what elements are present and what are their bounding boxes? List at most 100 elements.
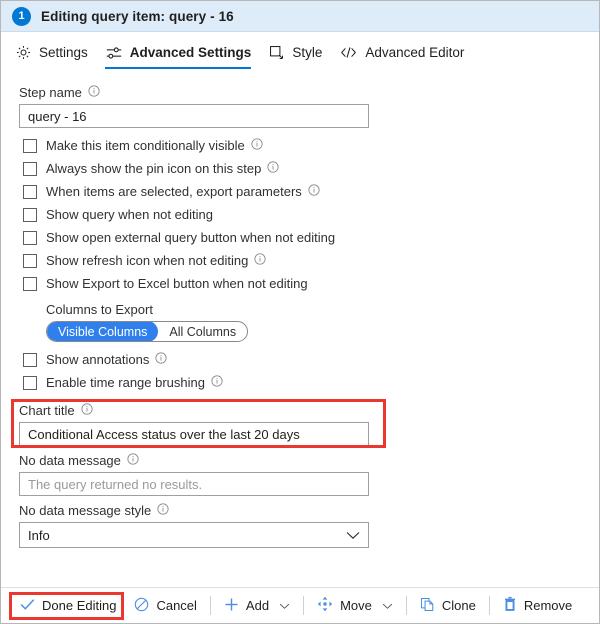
tab-advanced-editor[interactable]: Advanced Editor [334, 32, 476, 73]
toolbar-separator [209, 596, 211, 615]
gear-icon [15, 44, 32, 61]
move-button[interactable]: Move [308, 593, 402, 619]
checkbox-label: Make this item conditionally visible [46, 138, 263, 153]
tab-style[interactable]: Style [263, 32, 334, 73]
tab-advanced-settings[interactable]: Advanced Settings [100, 32, 264, 73]
action-toolbar: Done Editing Cancel Add Move Clone Remov… [1, 587, 599, 623]
style-square-icon [268, 44, 285, 61]
checkbox-text: When items are selected, export paramete… [46, 184, 302, 199]
info-icon[interactable] [127, 453, 139, 468]
tab-settings[interactable]: Settings [10, 32, 100, 73]
cancel-icon [134, 597, 149, 615]
cancel-label: Cancel [156, 598, 197, 613]
info-icon[interactable] [155, 352, 167, 367]
checkbox-row-show-open-external-query[interactable]: Show open external query button when not… [23, 226, 599, 249]
checkbox-text: Show open external query button when not… [46, 230, 336, 245]
chevron-down-icon[interactable] [382, 598, 393, 613]
checkbox-row-show-refresh-icon[interactable]: Show refresh icon when not editing [23, 249, 599, 272]
plus-icon [224, 597, 239, 615]
checkbox-enable-time-range-brushing[interactable] [23, 375, 37, 390]
info-icon[interactable] [88, 85, 100, 100]
step-name-label-row: Step name [19, 85, 599, 100]
no-data-message-label-row: No data message [19, 453, 599, 468]
no-data-message-style-value: Info [28, 527, 50, 543]
checkbox-label: Show Export to Excel button when not edi… [46, 276, 308, 291]
checkbox-always-show-pin[interactable] [23, 161, 37, 176]
sliders-icon [105, 44, 123, 62]
done-editing-button[interactable]: Done Editing [11, 593, 125, 619]
checkbox-label: Show refresh icon when not editing [46, 253, 266, 268]
checkbox-export-parameters[interactable] [23, 184, 37, 199]
tab-advanced-settings-label: Advanced Settings [129, 45, 252, 60]
trash-icon [503, 596, 517, 615]
panel-title-bar: 1 Editing query item: query - 16 [1, 1, 599, 32]
remove-label: Remove [523, 598, 573, 613]
checkbox-text: Always show the pin icon on this step [46, 161, 262, 176]
checkbox-group-secondary: Show annotations Enable time range brush… [1, 348, 599, 394]
info-icon[interactable] [157, 503, 169, 518]
no-data-message-label: No data message [19, 453, 121, 468]
edit-query-item-panel: 1 Editing query item: query - 16 Setting… [0, 0, 600, 624]
clone-label: Clone [441, 598, 476, 613]
done-editing-label: Done Editing [42, 598, 117, 613]
info-icon[interactable] [81, 403, 93, 418]
tab-advanced-editor-label: Advanced Editor [365, 45, 465, 60]
chart-title-input[interactable]: Conditional Access status over the last … [19, 422, 369, 446]
checkbox-label: Show annotations [46, 352, 167, 367]
checkbox-row-always-show-pin[interactable]: Always show the pin icon on this step [23, 157, 599, 180]
step-number-badge: 1 [12, 6, 31, 26]
checkbox-row-show-annotations[interactable]: Show annotations [23, 348, 599, 371]
checkbox-text: Make this item conditionally visible [46, 138, 245, 153]
checkbox-label: Enable time range brushing [46, 375, 223, 390]
checkbox-row-conditionally-visible[interactable]: Make this item conditionally visible [23, 134, 599, 157]
checkbox-show-query[interactable] [23, 207, 37, 222]
toolbar-separator [488, 596, 490, 615]
checkbox-show-annotations[interactable] [23, 352, 37, 367]
pill-visible-columns[interactable]: Visible Columns [47, 322, 159, 341]
chevron-down-icon[interactable] [279, 598, 290, 613]
checkbox-row-enable-time-range-brushing[interactable]: Enable time range brushing [23, 371, 599, 394]
move-label: Move [340, 598, 372, 613]
info-icon[interactable] [308, 184, 320, 199]
checkbox-row-export-parameters[interactable]: When items are selected, export paramete… [23, 180, 599, 203]
checkbox-row-show-export-to-excel[interactable]: Show Export to Excel button when not edi… [23, 272, 599, 295]
checkbox-show-export-to-excel[interactable] [23, 276, 37, 291]
add-button[interactable]: Add [215, 593, 299, 619]
info-icon[interactable] [251, 138, 263, 153]
no-data-message-input[interactable]: The query returned no results. [19, 472, 369, 496]
step-name-label: Step name [19, 85, 82, 100]
step-name-input[interactable]: query - 16 [19, 104, 369, 128]
info-icon[interactable] [211, 375, 223, 390]
toolbar-separator [405, 596, 407, 615]
info-icon[interactable] [267, 161, 279, 176]
checkbox-show-refresh-icon[interactable] [23, 253, 37, 268]
move-arrows-icon [317, 596, 333, 615]
info-icon[interactable] [254, 253, 266, 268]
checkbox-conditionally-visible[interactable] [23, 138, 37, 153]
chevron-down-icon[interactable] [346, 528, 360, 543]
settings-form: Step name query - 16 Make this item cond… [1, 73, 599, 587]
clone-button[interactable]: Clone [411, 593, 485, 619]
checkbox-row-show-query[interactable]: Show query when not editing [23, 203, 599, 226]
cancel-button[interactable]: Cancel [125, 593, 205, 619]
checkbox-label: When items are selected, export paramete… [46, 184, 320, 199]
checkbox-show-open-external-query[interactable] [23, 230, 37, 245]
no-data-message-style-select[interactable]: Info [19, 522, 369, 548]
checkbox-group-primary: Make this item conditionally visible Alw… [1, 134, 599, 295]
pill-all-columns[interactable]: All Columns [158, 322, 247, 341]
checkbox-label: Show open external query button when not… [46, 230, 335, 245]
checkbox-text: Show Export to Excel button when not edi… [46, 276, 308, 291]
checkbox-text: Show refresh icon when not editing [46, 253, 249, 268]
tab-bar: Settings Advanced Settings Style Advance… [1, 32, 599, 73]
columns-to-export-toggle[interactable]: Visible Columns All Columns [46, 321, 249, 342]
checkbox-label: Always show the pin icon on this step [46, 161, 279, 176]
check-icon [20, 598, 35, 614]
code-brackets-icon [339, 44, 358, 61]
page-title: Editing query item: query - 16 [41, 8, 234, 24]
chart-title-value: Conditional Access status over the last … [28, 426, 300, 442]
copy-icon [420, 597, 435, 615]
remove-button[interactable]: Remove [494, 593, 581, 619]
tab-style-label: Style [292, 45, 323, 60]
